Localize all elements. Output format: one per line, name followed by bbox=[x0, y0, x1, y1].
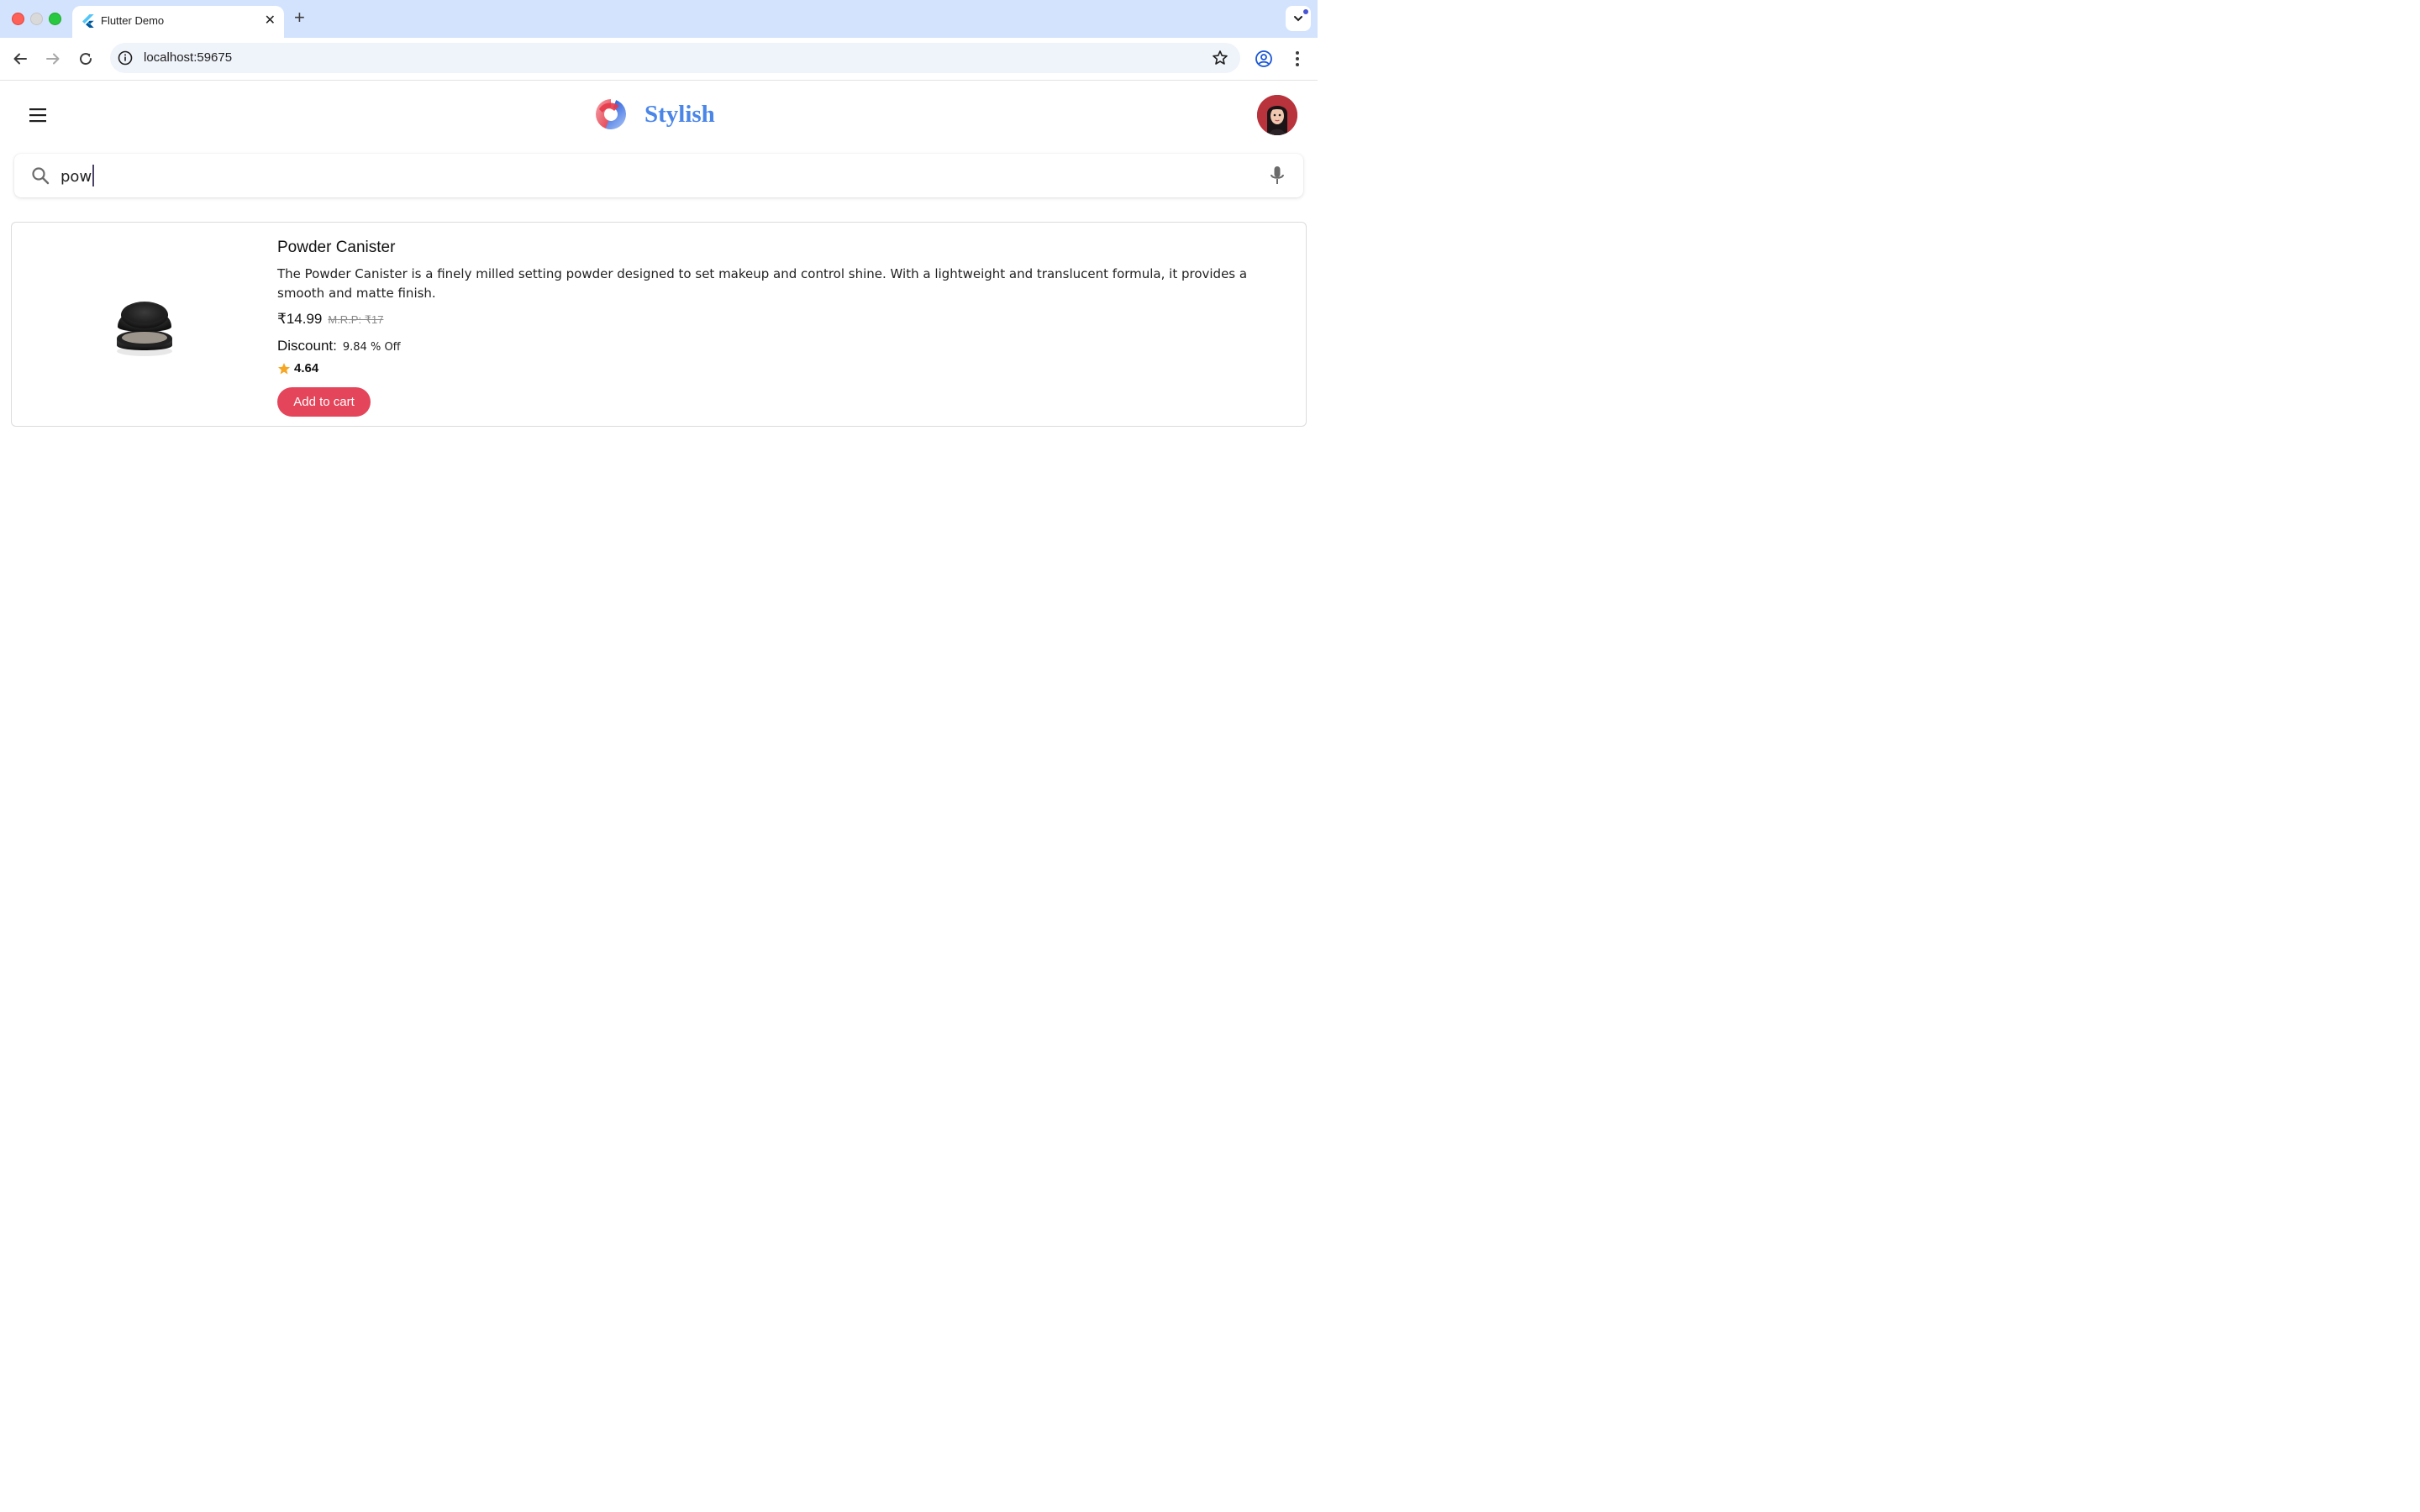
notification-dot bbox=[1303, 9, 1308, 14]
product-image bbox=[117, 302, 172, 356]
tab-close-icon[interactable]: ✕ bbox=[265, 13, 276, 29]
microphone-icon[interactable] bbox=[1268, 165, 1286, 186]
new-tab-button[interactable]: + bbox=[294, 8, 305, 27]
product-rating: 4.64 bbox=[294, 361, 319, 375]
hamburger-menu-icon[interactable] bbox=[28, 106, 48, 124]
browser-toolbar: localhost:59675 bbox=[0, 38, 1318, 81]
brand-name: Stylish bbox=[644, 100, 715, 128]
tab-search-button[interactable] bbox=[1286, 6, 1311, 31]
reload-icon bbox=[80, 53, 92, 66]
discount-row: Discount: 9.84 % Off bbox=[277, 338, 401, 354]
profile-button[interactable] bbox=[1254, 49, 1274, 69]
flutter-favicon-icon bbox=[82, 14, 94, 28]
search-input-value: pow bbox=[60, 168, 92, 186]
browser-menu-button[interactable] bbox=[1287, 49, 1307, 69]
site-info-icon[interactable] bbox=[118, 50, 133, 66]
arrow-right-icon bbox=[46, 53, 60, 65]
search-icon bbox=[32, 167, 50, 185]
account-circle-icon bbox=[1255, 50, 1272, 67]
address-bar[interactable]: localhost:59675 bbox=[110, 43, 1240, 73]
bookmark-star-icon[interactable] bbox=[1212, 50, 1228, 66]
back-button[interactable] bbox=[10, 49, 30, 69]
user-avatar[interactable] bbox=[1257, 95, 1297, 135]
product-card[interactable]: Powder Canister The Powder Canister is a… bbox=[11, 222, 1307, 427]
text-caret bbox=[92, 165, 95, 186]
discount-label: Discount: bbox=[277, 338, 337, 354]
product-price: ₹14.99 bbox=[277, 311, 323, 327]
stylish-logo-icon bbox=[596, 99, 626, 129]
avatar-image bbox=[1257, 95, 1297, 135]
browser-tab-active[interactable]: Flutter Demo ✕ bbox=[72, 6, 284, 38]
arrow-left-icon bbox=[13, 53, 27, 65]
forward-button[interactable] bbox=[43, 49, 63, 69]
product-description: The Powder Canister is a finely milled s… bbox=[277, 266, 1248, 301]
browser-tab-strip: Flutter Demo ✕ + bbox=[0, 0, 1318, 38]
add-to-cart-button[interactable]: Add to cart bbox=[277, 387, 371, 417]
brand-header: Stylish bbox=[587, 94, 715, 134]
tab-title: Flutter Demo bbox=[101, 14, 165, 27]
rating-row: 4.64 bbox=[277, 361, 318, 375]
window-close-button[interactable] bbox=[12, 13, 24, 25]
product-title[interactable]: Powder Canister bbox=[277, 239, 395, 257]
more-vert-icon bbox=[1296, 51, 1299, 66]
discount-value: 9.84 % Off bbox=[342, 341, 401, 354]
price-row: ₹14.99 M.R.P: ₹17 bbox=[277, 311, 383, 328]
window-minimize-button[interactable] bbox=[30, 13, 43, 25]
product-mrp: M.R.P: ₹17 bbox=[328, 313, 384, 326]
reload-button[interactable] bbox=[76, 49, 96, 69]
chevron-down-icon bbox=[1294, 16, 1302, 22]
search-bar[interactable]: pow bbox=[14, 154, 1303, 197]
window-zoom-button[interactable] bbox=[49, 13, 61, 25]
star-icon bbox=[278, 362, 290, 374]
url-text[interactable]: localhost:59675 bbox=[144, 50, 232, 65]
search-input[interactable]: pow bbox=[60, 165, 95, 186]
